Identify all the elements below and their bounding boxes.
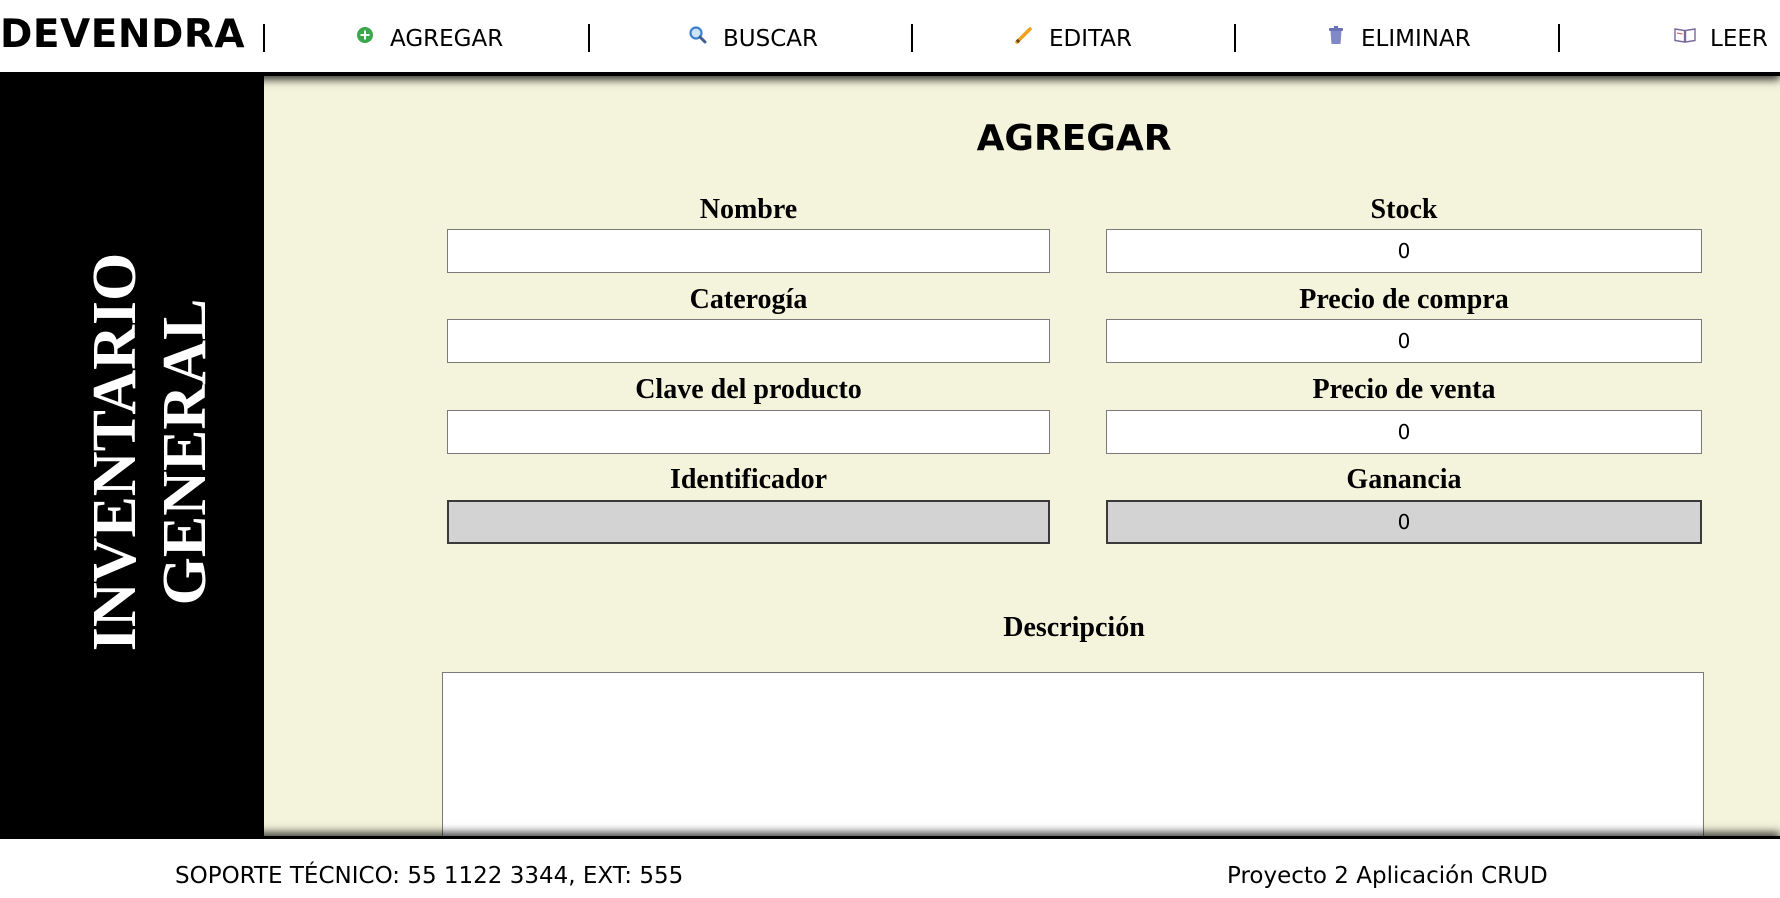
precio-venta-input[interactable]: [1106, 410, 1702, 454]
footer-support: SOPORTE TÉCNICO: 55 1122 3344, EXT: 555: [175, 863, 684, 889]
identificador-label: Identificador: [669, 464, 828, 495]
pencil-icon: [1013, 24, 1035, 46]
nombre-label: Nombre: [699, 194, 798, 225]
ganancia-input: [1106, 500, 1702, 544]
nav-separator: [1234, 24, 1236, 52]
sidebar-title-line1: INVENTARIO: [81, 252, 149, 652]
descripcion-label: Descripción: [1003, 612, 1145, 643]
nav-leer-label: LEER: [1710, 26, 1768, 52]
nav-agregar-label: AGREGAR: [390, 26, 504, 52]
clave-input[interactable]: [447, 410, 1050, 454]
nav-separator: [588, 24, 590, 52]
nav-buscar-label: BUSCAR: [723, 26, 818, 52]
precio-venta-label: Precio de venta: [1312, 374, 1496, 405]
stock-input[interactable]: [1106, 229, 1702, 273]
nav-agregar[interactable]: AGREGAR: [354, 22, 503, 56]
nav-separator: [1558, 24, 1560, 52]
book-icon: [1674, 24, 1696, 46]
nav-editar[interactable]: EDITAR: [1013, 22, 1132, 56]
sidebar-title-line2: GENERAL: [151, 298, 219, 606]
nav-editar-label: EDITAR: [1049, 26, 1133, 52]
nav-separator: [263, 24, 265, 52]
top-nav: DEVENDRA AGREGAR BUSCAR EDITAR ELIMINAR …: [0, 0, 1780, 76]
nav-buscar[interactable]: BUSCAR: [687, 22, 818, 56]
precio-compra-label: Precio de compra: [1299, 284, 1509, 315]
ganancia-label: Ganancia: [1346, 464, 1462, 495]
nav-eliminar[interactable]: ELIMINAR: [1325, 22, 1471, 56]
nav-leer[interactable]: LEER: [1674, 22, 1768, 56]
categoria-label: Caterogía: [689, 284, 808, 315]
magnifier-icon: [687, 24, 709, 46]
form-panel: AGREGAR Nombre Caterogía Clave del produ…: [264, 76, 1780, 836]
precio-compra-input[interactable]: [1106, 319, 1702, 363]
sidebar: INVENTARIO GENERAL: [0, 76, 264, 836]
categoria-input[interactable]: [447, 319, 1050, 363]
footer-project: Proyecto 2 Aplicación CRUD: [1227, 863, 1548, 889]
clave-label: Clave del producto: [635, 374, 862, 405]
sidebar-title: INVENTARIO GENERAL: [80, 253, 220, 651]
form-title: AGREGAR: [976, 118, 1172, 159]
brand-logo: DEVENDRA: [0, 12, 246, 57]
footer: SOPORTE TÉCNICO: 55 1122 3344, EXT: 555 …: [0, 836, 1780, 898]
nav-eliminar-label: ELIMINAR: [1361, 26, 1471, 52]
nav-separator: [911, 24, 913, 52]
descripcion-textarea[interactable]: [442, 672, 1704, 836]
plus-circle-icon: [354, 24, 376, 46]
stock-label: Stock: [1370, 194, 1438, 225]
identificador-input: [447, 500, 1050, 544]
trash-icon: [1325, 24, 1347, 46]
nombre-input[interactable]: [447, 229, 1050, 273]
